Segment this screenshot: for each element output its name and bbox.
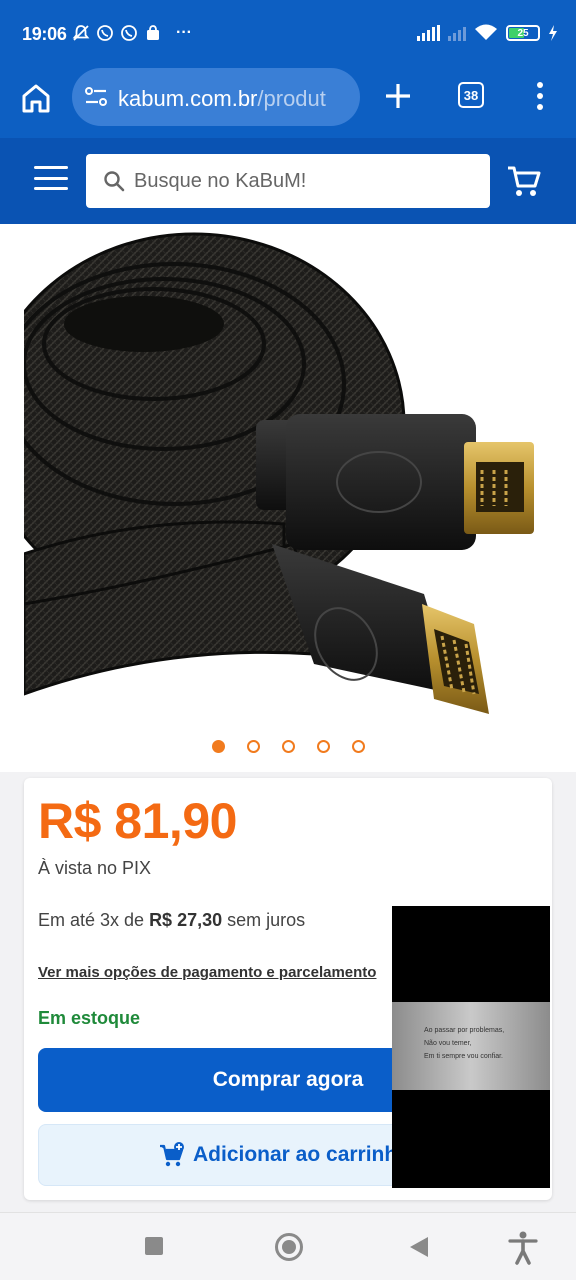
carousel-dot[interactable] [351,740,365,753]
recents-button[interactable] [145,1237,163,1255]
pix-label: À vista no PIX [38,858,152,878]
cart-icon[interactable] [506,164,542,200]
search-box[interactable] [86,154,490,208]
system-indicators: 25 [417,24,558,42]
wifi-icon [475,24,497,40]
back-button[interactable] [410,1237,428,1257]
site-header [0,138,576,224]
carousel-dot[interactable] [281,740,295,753]
status-bar: 19:06 ··· 25 [0,0,576,64]
url-path: /produt [257,86,326,111]
system-nav-bar [0,1212,576,1280]
bell-off-icon [72,25,90,41]
floating-video-overlay[interactable]: Ao passar por problemas, Não vou temer, … [392,906,550,1188]
stock-status: Em estoque [38,1008,141,1028]
shop-bag-icon [147,25,159,40]
overlay-line-2: Não vou temer, [424,1040,472,1047]
product-image[interactable] [24,224,554,724]
video-frame: Ao passar por problemas, Não vou temer, … [392,1002,550,1090]
new-tab-icon[interactable] [384,82,412,110]
whatsapp-icon [121,25,137,41]
more-dots-icon: ··· [176,24,192,41]
accessibility-icon[interactable] [508,1231,538,1265]
more-payment-options-link[interactable]: Ver mais opções de pagamento e parcelame… [38,964,376,981]
notification-icons: ··· [72,24,192,42]
hamburger-menu-icon[interactable] [34,166,68,190]
status-time: 19:06 [22,24,67,44]
product-price: R$ 81,90 [38,793,237,849]
search-input[interactable] [134,164,474,198]
carousel-dot[interactable] [211,740,225,753]
installments-info: Em até 3x de R$ 27,30 sem juros [38,910,306,930]
home-icon[interactable] [18,80,54,116]
charging-icon [549,25,557,41]
browser-menu-icon[interactable] [530,82,550,110]
overlay-line-1: Ao passar por problemas, [424,1027,505,1034]
buy-now-label: Comprar agora [212,1068,364,1091]
cell-signal-icon [417,25,440,41]
search-icon [104,171,125,192]
url-domain: kabum.com.br [118,86,258,111]
home-button[interactable] [275,1233,303,1261]
whatsapp-icon [97,25,113,41]
browser-toolbar: kabum.com.br/produt 38 [0,64,576,138]
url-text[interactable]: kabum.com.br/produt [118,86,350,112]
cell-signal-2-icon [448,25,466,41]
carousel-indicators [0,740,576,753]
site-settings-icon[interactable] [84,86,108,108]
add-cart-icon [160,1142,184,1167]
product-gallery[interactable] [0,224,576,772]
address-bar[interactable]: kabum.com.br/produt [72,68,360,126]
carousel-dot[interactable] [246,740,260,753]
overlay-line-3: Em ti sempre vou confiar. [424,1053,503,1060]
installment-value: R$ 27,30 [149,910,223,930]
tab-switcher-button[interactable]: 38 [458,82,484,108]
add-to-cart-label: Adicionar ao carrinho [193,1143,411,1166]
battery-icon: 25 [506,25,540,41]
carousel-dot[interactable] [316,740,330,753]
